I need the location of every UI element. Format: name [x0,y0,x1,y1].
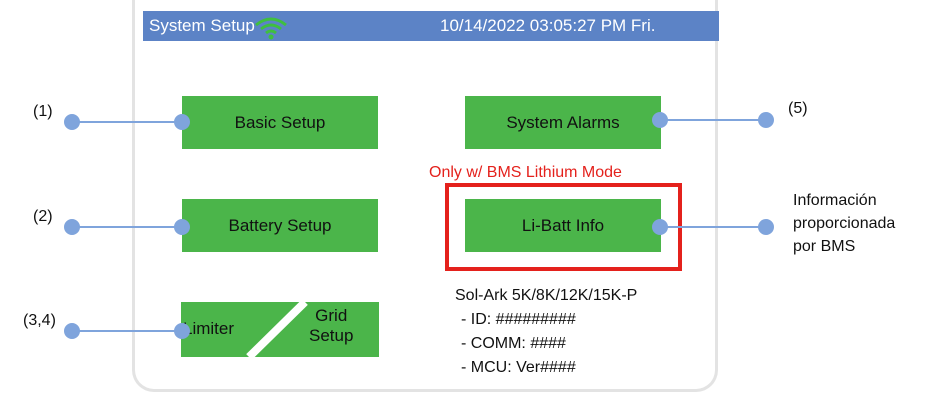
bms-info-note: Información proporcionada por BMS [793,189,895,258]
bms-mode-note: Only w/ BMS Lithium Mode [429,164,622,181]
callout-label-3-4: (3,4) [23,312,56,329]
callout-dot-bmsb [758,219,774,235]
wifi-icon [255,17,287,40]
comm-text: - COMM: #### [461,335,566,352]
callout-label-1: (1) [33,103,53,120]
bms-info-line1: Información [793,192,877,209]
limiter-button[interactable]: Limiter Grid Setup [181,302,379,357]
model-text: Sol-Ark 5K/8K/12K/15K-P [455,287,638,304]
callout-label-2: (2) [33,208,53,225]
id-text: - ID: ######### [461,311,576,328]
page-title: System Setup [149,16,255,35]
system-alarms-button[interactable]: System Alarms [465,96,661,149]
mcu-text: - MCU: Ver#### [461,359,576,376]
battery-setup-button[interactable]: Battery Setup [182,199,378,252]
title-bar: System Setup 10/14/2022 03:05:27 PM Fri. [143,11,719,41]
bms-info-line2: proporcionada [793,215,896,232]
callout-dot-2 [64,219,80,235]
callout-dot-1 [64,114,80,130]
bms-info-line3: por BMS [793,238,856,255]
grid-setup-line2: Setup [309,326,354,345]
datetime-display: 10/14/2022 03:05:27 PM Fri. [440,16,656,35]
limiter-label: Limiter [183,319,235,338]
grid-setup-line1: Grid [315,306,348,325]
callout-dot-5b [758,112,774,128]
device-info: Sol-Ark 5K/8K/12K/15K-P - ID: ######### … [455,284,637,380]
grid-setup-label: Grid Setup [309,306,353,346]
callout-label-5: (5) [788,100,808,117]
basic-setup-button[interactable]: Basic Setup [182,96,378,149]
highlight-box [445,183,682,271]
callout-dot-3-4 [64,323,80,339]
